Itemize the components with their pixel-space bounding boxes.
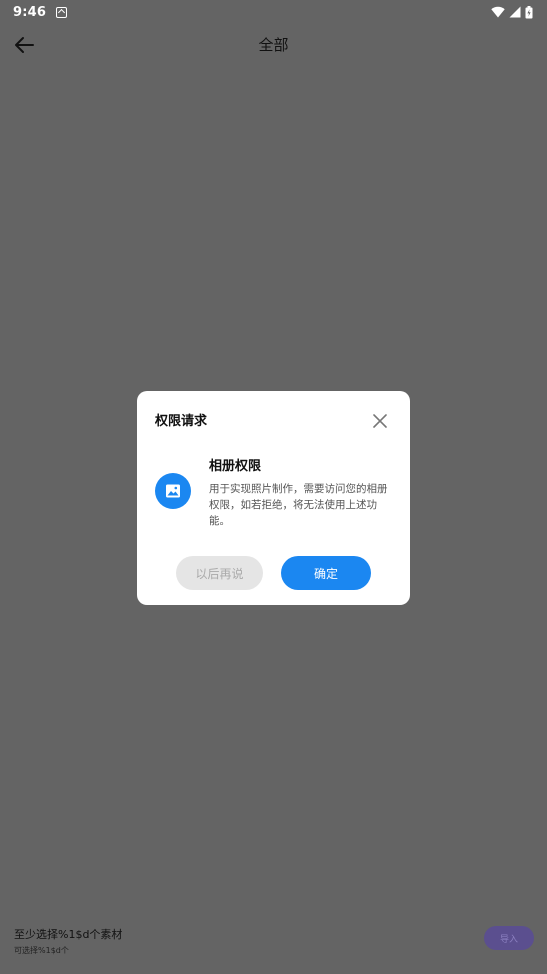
app-notification-icon bbox=[56, 6, 68, 18]
permission-description: 用于实现照片制作，需要访问您的相册权限，如若拒绝，将无法使用上述功能。 bbox=[209, 483, 388, 527]
status-bar: 9:46 bbox=[0, 0, 547, 24]
bottom-bar: 至少选择%1$d个素材 可选择%1$d个 导入 bbox=[0, 916, 547, 974]
close-icon bbox=[373, 414, 387, 428]
permission-name: 相册权限 bbox=[209, 459, 262, 474]
max-select-text: 可选择%1$d个 bbox=[14, 946, 69, 955]
confirm-button[interactable]: 确定 bbox=[281, 556, 371, 590]
signal-icon bbox=[509, 6, 521, 18]
app-bar: 全部 bbox=[0, 24, 547, 64]
min-select-text: 至少选择%1$d个素材 bbox=[14, 928, 123, 941]
import-button[interactable]: 导入 bbox=[484, 926, 534, 950]
battery-icon bbox=[525, 5, 533, 18]
page-title: 全部 bbox=[258, 36, 289, 54]
later-button[interactable]: 以后再说 bbox=[176, 556, 263, 590]
status-right bbox=[491, 5, 533, 19]
image-icon bbox=[166, 484, 180, 498]
wifi-icon bbox=[491, 6, 505, 18]
permission-dialog: 权限请求 相册权限 用于实现照片制作，需要访问您的相册权限，如若拒绝，将无法使用… bbox=[137, 391, 410, 605]
status-time: 9:46 bbox=[13, 4, 47, 20]
dialog-title: 权限请求 bbox=[155, 414, 208, 429]
status-left: 9:46 bbox=[13, 4, 68, 20]
permission-icon bbox=[155, 473, 191, 509]
close-button[interactable] bbox=[370, 411, 390, 431]
